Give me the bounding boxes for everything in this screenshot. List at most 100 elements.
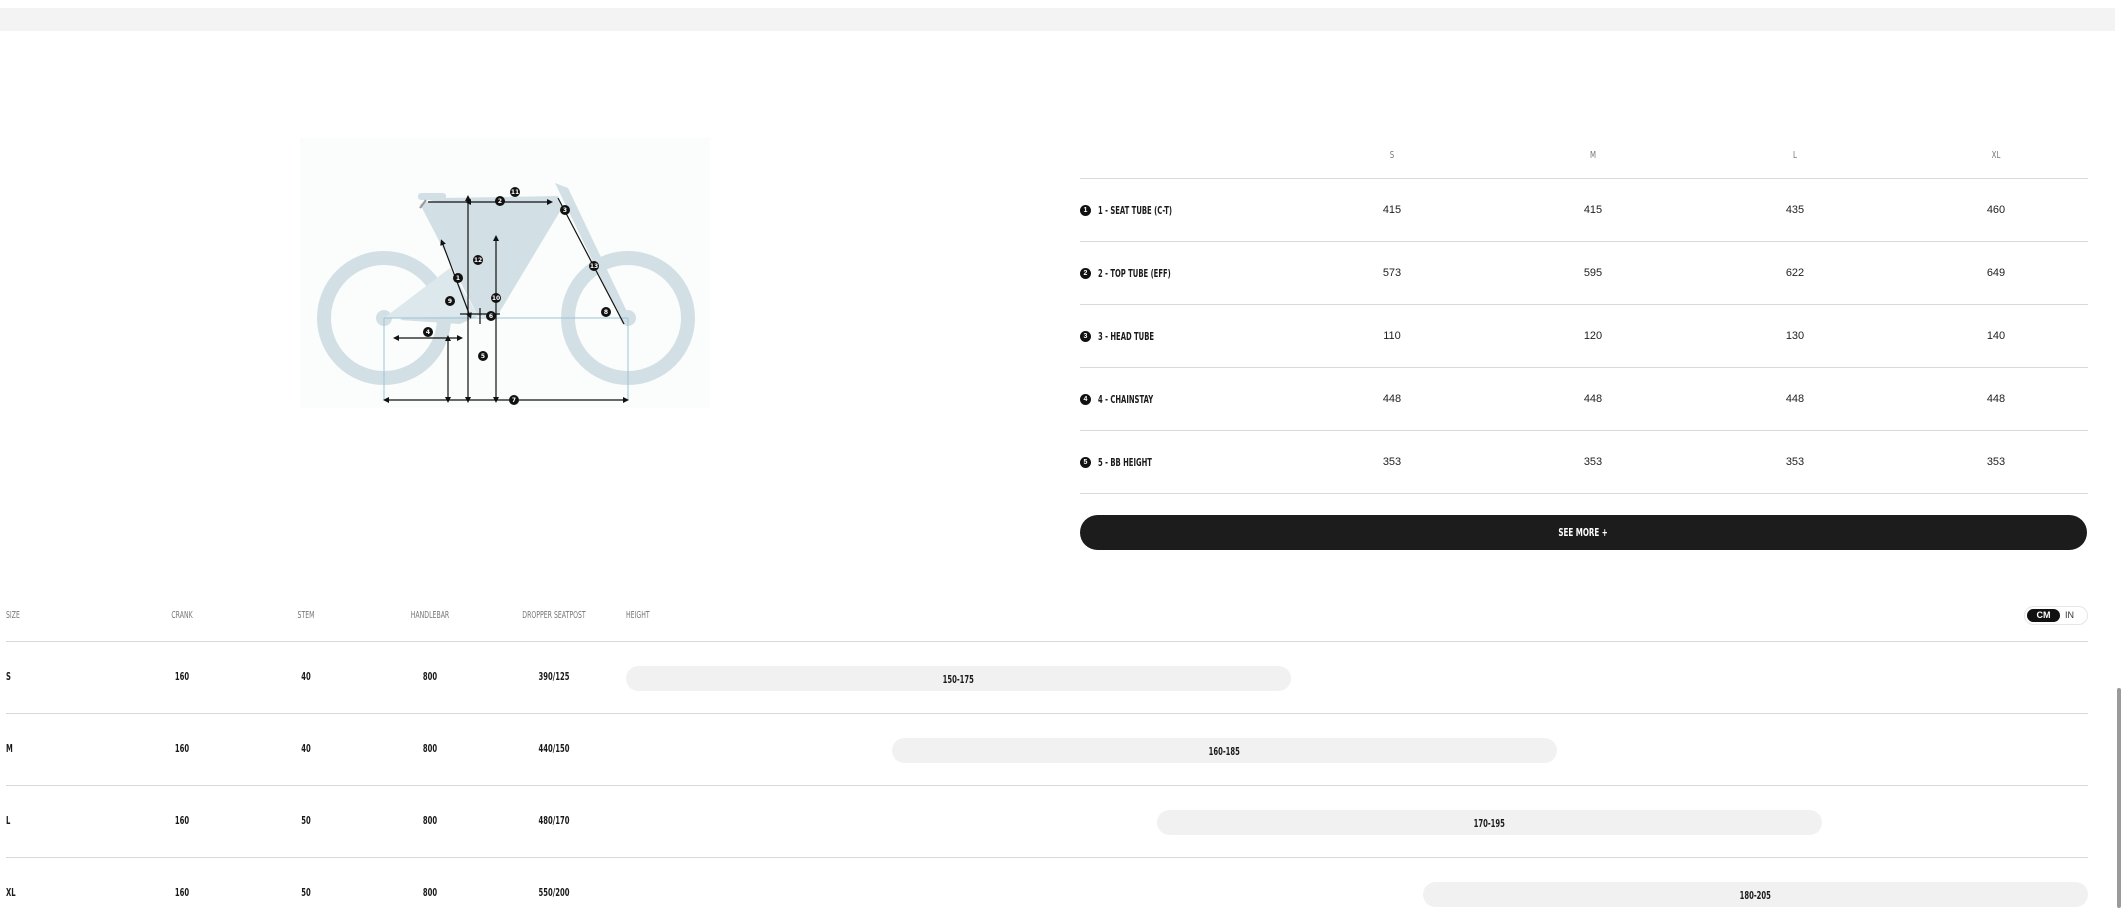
stem-value: 50 [301, 886, 311, 899]
marker-13: 13 [590, 263, 598, 270]
geo-value: 353 [1785, 456, 1805, 468]
seatpost-value: 480/170 [538, 814, 570, 827]
marker-5: 5 [481, 353, 485, 360]
geo-value: 415 [1583, 204, 1603, 216]
geo-value: 448 [1986, 393, 2006, 405]
geo-value: 448 [1382, 393, 1402, 405]
row-number-badge: 4 [1080, 394, 1091, 405]
header-dropper-seatpost: DROPPER SEATPOST [522, 610, 586, 621]
height-range-bar: 150-175 [626, 666, 1291, 691]
crank-value: 160 [174, 814, 190, 827]
geo-value: 622 [1785, 267, 1805, 279]
geo-value: 353 [1583, 456, 1603, 468]
height-range-bar: 160-185 [892, 738, 1557, 763]
marker-1: 1 [456, 275, 460, 282]
geo-value: 140 [1986, 330, 2006, 342]
geo-value: 460 [1986, 204, 2006, 216]
geo-value: 448 [1583, 393, 1603, 405]
marker-6: 6 [489, 313, 493, 320]
crank-value: 160 [174, 670, 190, 683]
height-range: 160-185 [1208, 745, 1241, 758]
unit-cm-option[interactable]: CM [2027, 609, 2060, 622]
geo-row-label: 1 - SEAT TUBE (C-T) [1098, 204, 1172, 217]
geo-row-label: 5 - BB HEIGHT [1098, 456, 1152, 469]
header-handlebar: HANDLEBAR [410, 610, 450, 621]
stem-value: 50 [301, 814, 311, 827]
row-number-badge: 5 [1080, 457, 1091, 468]
size-row-s: S 160 40 800 390/125 150-175 [6, 642, 2088, 714]
see-more-label: SEE MORE + [1558, 526, 1609, 539]
geo-row-bb-height: 5 5 - BB HEIGHT 353 353 353 353 [1080, 431, 2088, 494]
bike-diagram-svg: 11 2 3 12 13 1 10 9 8 6 4 5 7 [317, 183, 695, 405]
header-size: SIZE [6, 610, 20, 621]
marker-3: 3 [563, 207, 567, 214]
marker-8: 8 [604, 309, 608, 316]
geo-size-header-s: S [1389, 150, 1395, 161]
bike-geometry-diagram: 11 2 3 12 13 1 10 9 8 6 4 5 7 [300, 138, 710, 408]
height-range-bar: 170-195 [1157, 810, 1822, 835]
header-height: HEIGHT [626, 610, 650, 621]
geo-row-head-tube: 3 3 - HEAD TUBE 110 120 130 140 [1080, 305, 2088, 368]
marker-10: 10 [492, 295, 500, 302]
seatpost-value: 440/150 [538, 742, 570, 755]
marker-7: 7 [512, 397, 516, 404]
see-more-button[interactable]: SEE MORE + [1080, 515, 2087, 550]
saddle [418, 193, 446, 200]
geo-value: 110 [1383, 330, 1401, 342]
header-stem: STEM [297, 610, 315, 621]
geo-row-label: 2 - TOP TUBE (EFF) [1098, 267, 1171, 280]
scrollbar-thumb[interactable] [2117, 688, 2121, 908]
crank-value: 160 [174, 886, 190, 899]
row-number-badge: 3 [1080, 331, 1091, 342]
geo-value: 120 [1583, 330, 1603, 342]
crank-value: 160 [174, 742, 190, 755]
row-number-badge: 1 [1080, 205, 1091, 216]
geo-value: 130 [1785, 330, 1805, 342]
geo-row-seat-tube: 1 1 - SEAT TUBE (C-T) 415 415 435 460 [1080, 179, 2088, 242]
top-band [0, 8, 2121, 31]
header-crank: CRANK [171, 610, 193, 621]
geometry-table: S M L XL 1 1 - SEAT TUBE (C-T) 415 415 4… [1080, 136, 2088, 494]
geo-size-header-m: M [1589, 150, 1597, 161]
height-range: 170-195 [1473, 817, 1506, 830]
marker-9: 9 [448, 298, 452, 305]
handlebar-value: 800 [422, 886, 438, 899]
size-row-m: M 160 40 800 440/150 160-185 [6, 714, 2088, 786]
geo-value: 448 [1785, 393, 1805, 405]
seatpost-value: 390/125 [538, 670, 570, 683]
marker-2: 2 [498, 198, 502, 205]
handlebar-value: 800 [422, 814, 438, 827]
geo-row-label: 4 - CHAINSTAY [1098, 393, 1154, 406]
size-row-l: L 160 50 800 480/170 170-195 [6, 786, 2088, 858]
marker-12: 12 [474, 257, 482, 264]
geo-value: 353 [1382, 456, 1402, 468]
height-range: 180-205 [1739, 889, 1772, 902]
geo-value: 353 [1986, 456, 2006, 468]
row-number-badge: 2 [1080, 268, 1091, 279]
size-label: M [6, 742, 13, 755]
size-row-xl: XL 160 50 800 550/200 180-205 [6, 858, 2088, 908]
unit-in-option[interactable]: IN [2065, 609, 2074, 622]
geo-size-header-l: L [1793, 150, 1797, 161]
stem-value: 40 [301, 742, 311, 755]
geometry-table-header: S M L XL [1080, 136, 2088, 179]
seatpost-value: 550/200 [538, 886, 570, 899]
geo-row-label: 3 - HEAD TUBE [1098, 330, 1155, 343]
marker-11: 11 [511, 189, 519, 196]
size-label: XL [6, 886, 16, 899]
geo-row-top-tube: 2 2 - TOP TUBE (EFF) 573 595 622 649 [1080, 242, 2088, 305]
size-label: L [6, 814, 11, 827]
handlebar-value: 800 [422, 670, 438, 683]
stem-value: 40 [301, 670, 311, 683]
marker-4: 4 [426, 329, 430, 336]
size-label: S [6, 670, 11, 683]
geo-row-chainstay: 4 4 - CHAINSTAY 448 448 448 448 [1080, 368, 2088, 431]
geo-size-header-xl: XL [1991, 150, 2001, 161]
geo-value: 415 [1382, 204, 1402, 216]
handlebar-value: 800 [422, 742, 438, 755]
geo-value: 649 [1986, 267, 2006, 279]
unit-toggle[interactable]: CM IN [2024, 606, 2088, 625]
height-range-bar: 180-205 [1423, 882, 2088, 907]
geo-value: 435 [1785, 204, 1805, 216]
geo-value: 595 [1583, 267, 1603, 279]
